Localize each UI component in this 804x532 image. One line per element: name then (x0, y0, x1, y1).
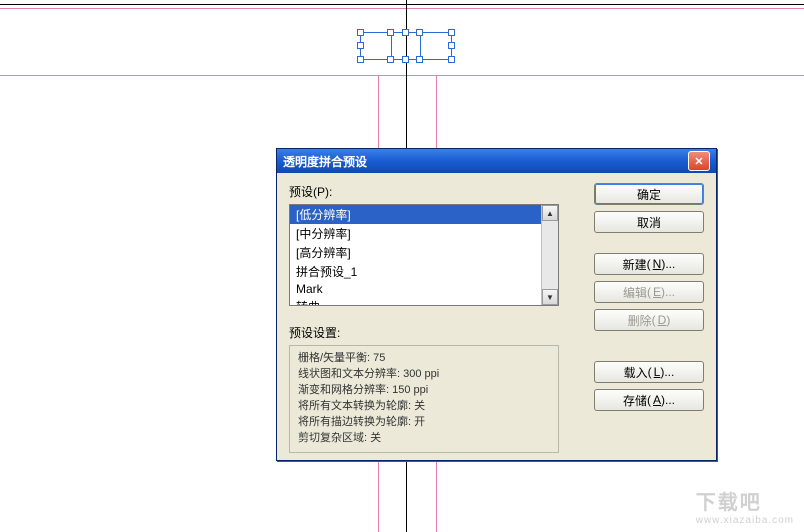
chevron-down-icon: ▼ (546, 293, 554, 302)
scroll-up-button[interactable]: ▲ (542, 205, 558, 221)
settings-line: 将所有描边转换为轮廓: 开 (298, 414, 550, 430)
preset-settings-box: 栅格/矢量平衡: 75线状图和文本分辨率: 300 ppi渐变和网格分辨率: 1… (289, 345, 559, 453)
ok-button[interactable]: 确定 (594, 183, 704, 205)
edit-button: 编辑(E)... (594, 281, 704, 303)
scroll-down-button[interactable]: ▼ (542, 289, 558, 305)
presets-label: 预设(P): (289, 183, 580, 200)
preset-list-item[interactable]: [高分辨率] (290, 243, 541, 262)
handle-inner-1-top[interactable] (387, 29, 394, 36)
settings-line: 线状图和文本分辨率: 300 ppi (298, 366, 550, 382)
scroll-track[interactable] (542, 221, 558, 289)
handle-e[interactable] (448, 42, 455, 49)
dialog-titlebar[interactable]: 透明度拼合预设 ✕ (277, 149, 716, 173)
handle-w[interactable] (357, 42, 364, 49)
preset-list-item[interactable]: [低分辨率] (290, 205, 541, 224)
handle-se[interactable] (448, 56, 455, 63)
close-button[interactable]: ✕ (688, 151, 710, 171)
chevron-up-icon: ▲ (546, 209, 554, 218)
handle-nw[interactable] (357, 29, 364, 36)
settings-line: 剪切复杂区域: 关 (298, 430, 550, 446)
delete-button: 删除(D) (594, 309, 704, 331)
load-button[interactable]: 载入(L)... (594, 361, 704, 383)
settings-label: 预设设置: (289, 324, 580, 341)
preset-list-item[interactable]: 拼合预设_1 (290, 262, 541, 281)
handle-ne[interactable] (448, 29, 455, 36)
dialog-title: 透明度拼合预设 (283, 153, 367, 170)
handle-sw[interactable] (357, 56, 364, 63)
horizontal-guide-2 (0, 75, 804, 76)
handle-s[interactable] (402, 56, 409, 63)
save-button[interactable]: 存储(A)... (594, 389, 704, 411)
listbox-scrollbar[interactable]: ▲ ▼ (541, 205, 558, 305)
cancel-button[interactable]: 取消 (594, 211, 704, 233)
settings-line: 渐变和网格分辨率: 150 ppi (298, 382, 550, 398)
new-button[interactable]: 新建(N)... (594, 253, 704, 275)
ruler-line-top (0, 4, 804, 5)
horizontal-guide-1 (0, 8, 804, 9)
preset-list-item[interactable]: [中分辨率] (290, 224, 541, 243)
settings-line: 将所有文本转换为轮廓: 关 (298, 398, 550, 414)
flattener-presets-dialog: 透明度拼合预设 ✕ 预设(P): [低分辨率][中分辨率][高分辨率]拼合预设_… (276, 148, 717, 461)
handle-n[interactable] (402, 29, 409, 36)
preset-list-item[interactable]: Mark (290, 281, 541, 297)
handle-inner-1-bot[interactable] (387, 56, 394, 63)
close-icon: ✕ (694, 155, 703, 168)
handle-inner-2-top[interactable] (416, 29, 423, 36)
presets-listbox[interactable]: [低分辨率][中分辨率][高分辨率]拼合预设_1Mark转曲 ▲ ▼ (289, 204, 559, 306)
selection-bounds[interactable] (360, 32, 452, 60)
settings-line: 栅格/矢量平衡: 75 (298, 350, 550, 366)
handle-inner-2-bot[interactable] (416, 56, 423, 63)
preset-list-item[interactable]: 转曲 (290, 297, 541, 305)
